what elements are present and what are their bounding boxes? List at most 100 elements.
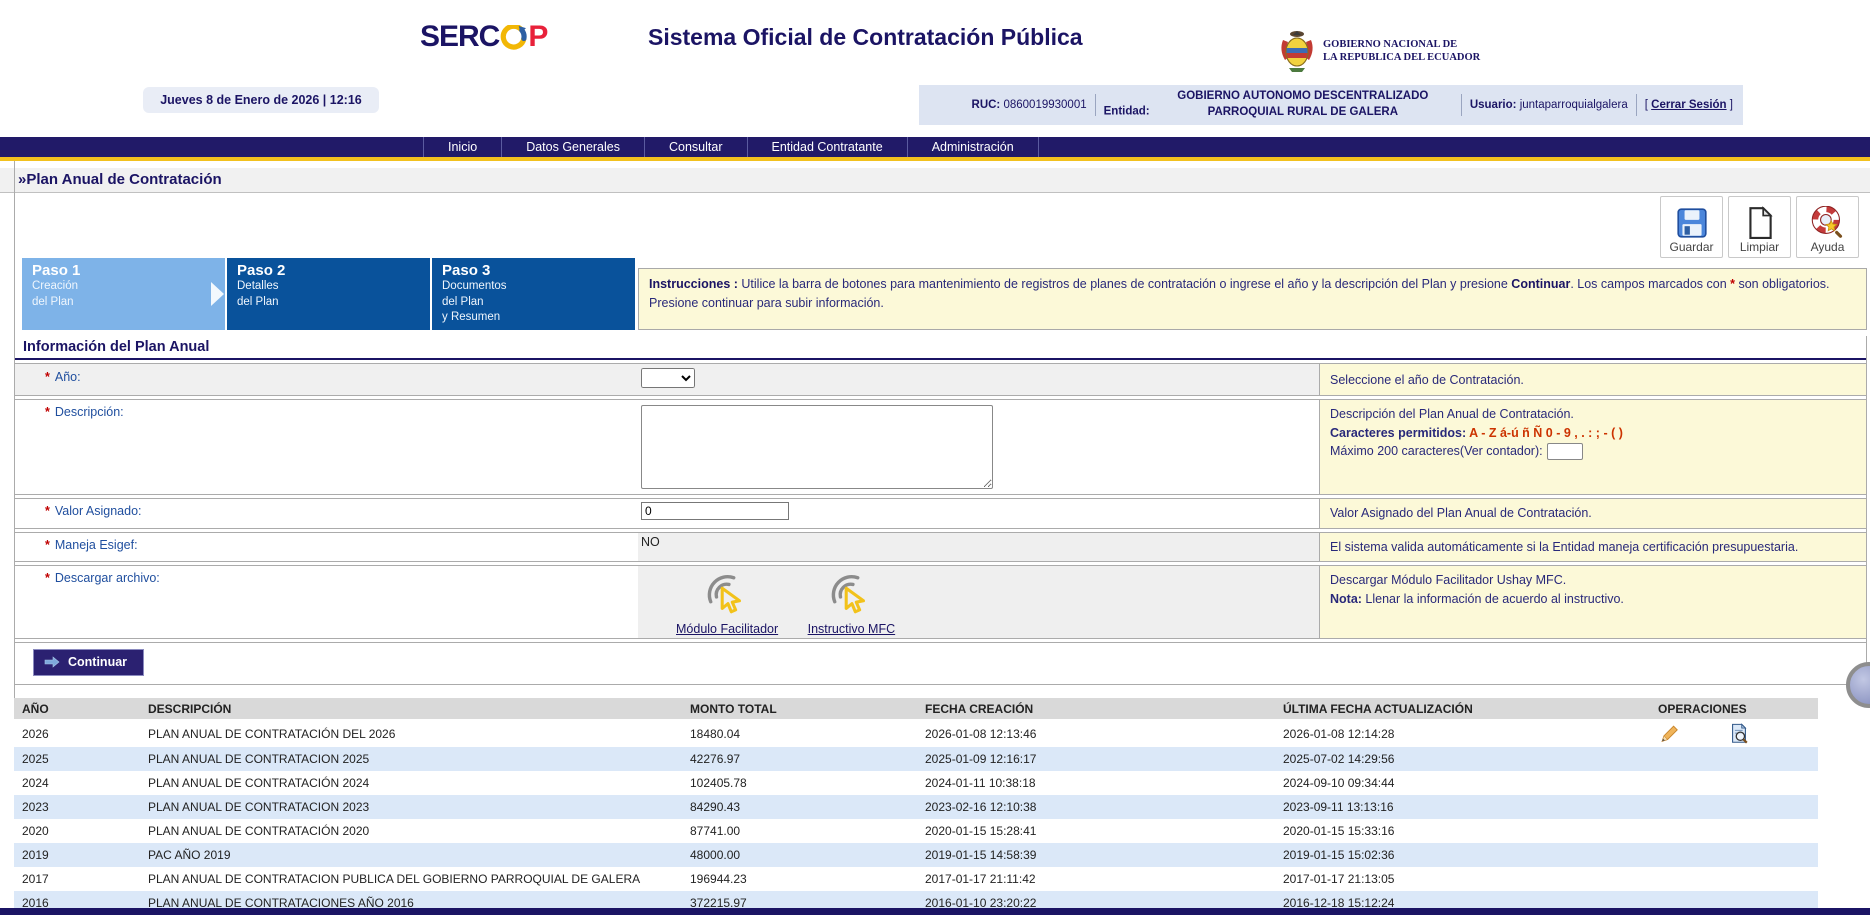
content-left-border <box>14 161 15 698</box>
click-download-icon <box>704 572 750 618</box>
help-lifering-icon <box>1811 206 1845 240</box>
step-1-line1: Creación <box>32 279 215 295</box>
descargar-help1: Descargar Módulo Facilitador Ushay MFC. <box>1330 571 1856 590</box>
esigef-value: NO <box>638 533 1319 562</box>
gov-line1: GOBIERNO NACIONAL DE <box>1323 38 1480 51</box>
required-asterisk: * <box>45 370 50 384</box>
entity-label: Entidad: <box>1104 106 1150 118</box>
nav-item-entidad-contratante[interactable]: Entidad Contratante <box>747 137 907 157</box>
nav-item-consultar[interactable]: Consultar <box>644 137 747 157</box>
year-select[interactable] <box>641 368 695 388</box>
gold-accent-bar <box>0 157 1870 161</box>
cell-description: PLAN ANUAL DE CONTRATACIÓN 2024 <box>140 776 682 790</box>
user-label: Usuario: <box>1470 99 1517 111</box>
cell-description: PLAN ANUAL DE CONTRATACIÓN DEL 2026 <box>140 727 682 741</box>
logout-link[interactable]: Cerrar Sesión <box>1651 99 1726 111</box>
esigef-label: Maneja Esigef: <box>55 538 138 552</box>
instructivo-mfc-link[interactable]: Instructivo MFC <box>808 622 896 636</box>
blank-page-icon <box>1743 206 1777 240</box>
valor-help: Valor Asignado del Plan Anual de Contrat… <box>1319 499 1866 528</box>
anio-control-cell <box>638 364 1319 395</box>
col-header-operaciones: OPERACIONES <box>1636 702 1818 716</box>
col-header-descripcion: DESCRIPCIÓN <box>140 702 682 716</box>
help-button-label: Ayuda <box>1811 240 1845 254</box>
descripcion-help2: Caracteres permitidos: A - Z á-ú ñ Ñ 0 -… <box>1330 424 1856 443</box>
step-3-line1: Documentos <box>442 279 625 295</box>
sercop-logo-text: SERC <box>420 20 499 54</box>
cell-updated: 2025-07-02 14:29:56 <box>1275 752 1636 766</box>
step-1-creacion[interactable]: Paso 1 Creación del Plan <box>22 258 225 330</box>
step-1-line2: del Plan <box>32 295 215 311</box>
step-3-documentos[interactable]: Paso 3 Documentos del Plan y Resumen <box>432 258 635 330</box>
wizard-steps: Paso 1 Creación del Plan Paso 2 Detalles… <box>22 258 635 330</box>
modulo-facilitador-link[interactable]: Módulo Facilitador <box>676 622 778 636</box>
sercop-logo-p: P <box>528 20 547 54</box>
cell-amount: 84290.43 <box>682 800 917 814</box>
instructions-box: Instrucciones : Utilice la barra de boto… <box>638 268 1867 330</box>
form-row-descripcion: *Descripción: Descripción del Plan Anual… <box>15 399 1866 495</box>
instructions-label: Instrucciones : <box>649 277 738 291</box>
ruc: RUC: 0860019930001 <box>972 99 1087 111</box>
cell-amount: 48000.00 <box>682 848 917 862</box>
table-row: 2026 PLAN ANUAL DE CONTRATACIÓN DEL 2026… <box>14 721 1818 747</box>
cell-updated: 2019-01-15 15:02:36 <box>1275 848 1636 862</box>
edit-pencil-icon[interactable] <box>1658 723 1680 745</box>
sercop-o-icon <box>500 25 527 52</box>
nota-text: Llenar la información de acuerdo al inst… <box>1362 592 1624 606</box>
descripcion-help3: Máximo 200 caracteres(Ver contador): <box>1330 442 1856 461</box>
descargar-label-cell: *Descargar archivo: <box>15 566 638 638</box>
user: Usuario: juntaparroquialgalera <box>1470 99 1628 111</box>
esigef-label-cell: *Maneja Esigef: <box>15 533 638 562</box>
logout-wrap: [ Cerrar Sesión ] <box>1645 99 1733 111</box>
government-brand: GOBIERNO NACIONAL DE LA REPUBLICA DEL EC… <box>1277 28 1480 74</box>
valor-control-cell <box>638 499 1319 528</box>
cell-updated: 2020-01-15 15:33:16 <box>1275 824 1636 838</box>
help-button[interactable]: Ayuda <box>1796 196 1859 258</box>
divider <box>1095 94 1096 116</box>
instructions-text1: Utilice la barra de botones para manteni… <box>738 277 1511 291</box>
form-row-descargar: *Descargar archivo: Módulo Facilitador I… <box>15 565 1866 639</box>
continue-row: Continuar <box>15 642 1866 685</box>
nav-item-datos-generales[interactable]: Datos Generales <box>501 137 644 157</box>
cell-description: PLAN ANUAL DE CONTRATACION 2023 <box>140 800 682 814</box>
descripcion-textarea[interactable] <box>641 405 993 489</box>
instructivo-mfc-download[interactable]: Instructivo MFC <box>808 572 896 636</box>
table-row: 2020 PLAN ANUAL DE CONTRATACIÓN 2020 877… <box>14 819 1818 843</box>
cell-year: 2019 <box>14 848 140 862</box>
descargar-help: Descargar Módulo Facilitador Ushay MFC. … <box>1319 566 1866 638</box>
cell-description: PLAN ANUAL DE CONTRATACION PUBLICA DEL G… <box>140 872 682 886</box>
cell-created: 2020-01-15 15:28:41 <box>917 824 1275 838</box>
entity: Entidad: GOBIERNO AUTONOMO DESCENTRALIZA… <box>1104 89 1453 120</box>
view-document-icon[interactable] <box>1728 723 1750 745</box>
chars-label: Caracteres permitidos: <box>1330 426 1466 440</box>
nav-item-inicio[interactable]: Inicio <box>423 137 501 157</box>
main-nav: Inicio Datos Generales Consultar Entidad… <box>0 137 1870 157</box>
instructions-text2: . Los campos marcados con <box>1570 277 1730 291</box>
save-button[interactable]: Guardar <box>1660 196 1723 258</box>
step-2-detalles[interactable]: Paso 2 Detalles del Plan <box>227 258 430 330</box>
ruc-value: 0860019930001 <box>1003 99 1086 111</box>
plan-form: Información del Plan Anual *Año: Selecci… <box>14 336 1867 685</box>
divider <box>1636 94 1637 116</box>
esigef-help: El sistema valida automáticamente si la … <box>1319 533 1866 562</box>
step-3-line2: del Plan <box>442 295 625 311</box>
continue-button[interactable]: Continuar <box>33 649 144 676</box>
descargar-label: Descargar archivo: <box>55 571 160 585</box>
anio-help: Seleccione el año de Contratación. <box>1319 364 1866 395</box>
cell-updated: 2024-09-10 09:34:44 <box>1275 776 1636 790</box>
plans-table: AÑO DESCRIPCIÓN MONTO TOTAL FECHA CREACI… <box>14 698 1818 915</box>
step-1-title: Paso 1 <box>32 262 215 279</box>
table-row: 2024 PLAN ANUAL DE CONTRATACIÓN 2024 102… <box>14 771 1818 795</box>
nav-item-administracion[interactable]: Administración <box>907 137 1039 157</box>
clear-button[interactable]: Limpiar <box>1728 196 1791 258</box>
modulo-facilitador-download[interactable]: Módulo Facilitador <box>676 572 778 636</box>
cell-amount: 18480.04 <box>682 727 917 741</box>
cell-year: 2024 <box>14 776 140 790</box>
valor-label-cell: *Valor Asignado: <box>15 499 638 528</box>
counter-label: Máximo 200 caracteres(Ver contador): <box>1330 444 1543 458</box>
valor-input[interactable] <box>641 502 789 520</box>
cell-updated: 2017-01-17 21:13:05 <box>1275 872 1636 886</box>
cell-created: 2023-02-16 12:10:38 <box>917 800 1275 814</box>
cell-created: 2024-01-11 10:38:18 <box>917 776 1275 790</box>
cell-created: 2017-01-17 21:11:42 <box>917 872 1275 886</box>
